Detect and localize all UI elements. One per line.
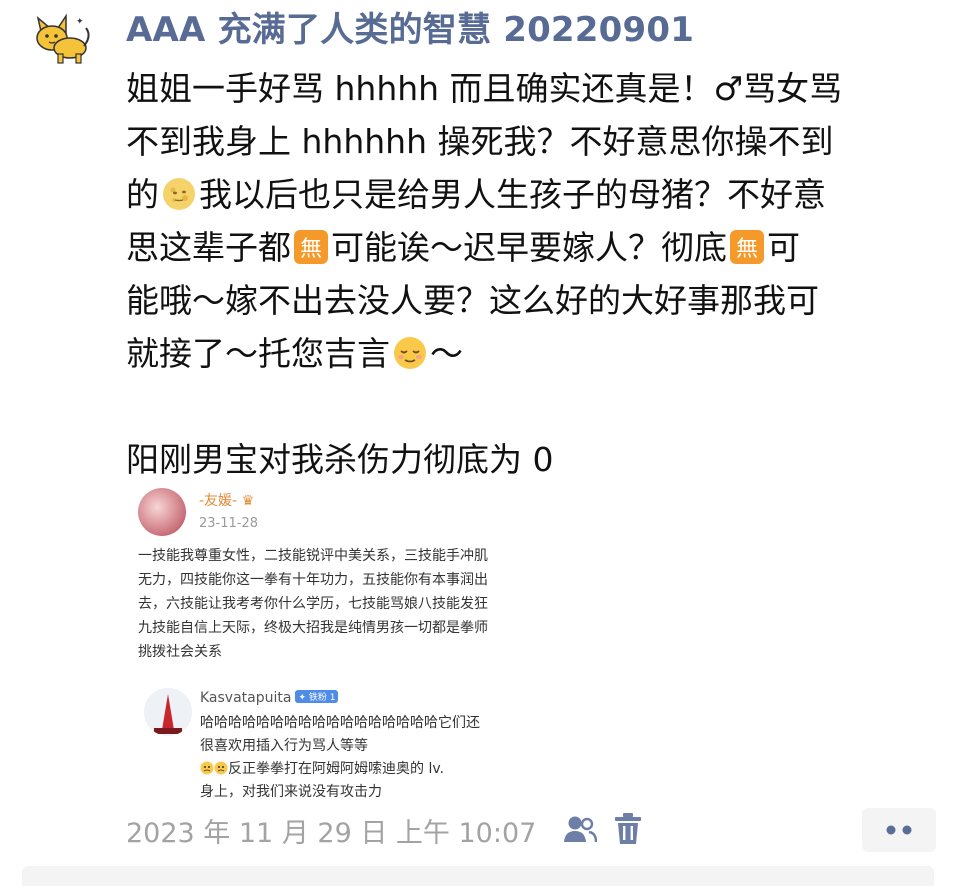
more-dots-icon	[886, 825, 912, 835]
post-line: 姐姐一手好骂 hhhhh 而且确实还真是！♂骂女骂	[126, 62, 948, 115]
screenshot-reply-name: Kasvatapuita ✦ 铁粉 1	[200, 690, 339, 706]
screenshot-reply-text: 哈哈哈哈哈哈哈哈哈哈哈哈哈哈哈哈哈它们还很喜欢用插入行为骂人等等 反正拳拳打在阿…	[200, 712, 485, 800]
post-line-text: 姐姐一手好骂 hhhhh 而且确实还真是！♂骂女骂	[126, 69, 843, 108]
moon-face-emoji-icon	[163, 178, 195, 210]
post-line: 的 我以后也只是给男人生孩子的母猪？不好意	[126, 168, 948, 221]
post-line: 不到我身上 hhhhhh 操死我？不好意思你操不到	[126, 115, 948, 168]
friends-visibility-icon[interactable]	[563, 814, 597, 844]
post-line: 就接了～托您吉言 ～	[126, 327, 948, 380]
fan-badge: ✦ 铁粉 1	[295, 690, 339, 703]
more-button[interactable]	[862, 808, 936, 852]
screenshot-reply-line: 哈哈哈哈哈哈哈哈哈哈哈哈哈哈哈哈哈它们还很喜欢用插入行为骂人等等	[200, 715, 480, 754]
comment-area	[22, 866, 934, 886]
post-line-text: 可能诶～迟早要嫁人？彻底	[331, 228, 727, 267]
author-name[interactable]: AAA 充满了人类的智慧 20220901	[126, 2, 694, 51]
no-vacancy-emoji-icon: 無	[294, 230, 328, 264]
post-line-text: 不到我身上 hhhhhh 操死我？不好意思你操不到	[126, 122, 834, 161]
post-body: 姐姐一手好骂 hhhhh 而且确实还真是！♂骂女骂 不到我身上 hhhhhh 操…	[126, 62, 948, 486]
svg-text:無: 無	[300, 237, 322, 262]
screenshot-post-text: 一技能我尊重女性，二技能锐评中美关系，三技能手冲肌无力，四技能你这一拳有十年功力…	[138, 548, 488, 660]
screenshot-post-name: -友媛- ♛	[199, 493, 255, 509]
screenshot-reply-line: 反正拳拳打在阿姆阿姆嗦迪奥的 lv.	[200, 758, 485, 781]
author-avatar[interactable]: ✦	[32, 10, 92, 64]
attached-image[interactable]: -友媛- ♛ 23-11-28 一技能我尊重女性，二技能锐评中美关系，三技能手冲…	[126, 478, 498, 800]
screenshot-post-avatar	[138, 488, 186, 536]
screenshot-reply-avatar	[144, 688, 192, 736]
no-vacancy-emoji-icon: 無	[730, 230, 764, 264]
post-line-text: 思这辈子都	[126, 228, 291, 267]
screenshot-reply-line: 身上，对我们来说没有攻击力	[200, 784, 382, 800]
post-line-text: 可	[767, 228, 800, 267]
svg-text:✦: ✦	[76, 17, 84, 27]
post-line-text: 的	[126, 175, 159, 214]
post-line-text: 就接了～托您吉言	[126, 334, 390, 373]
post-line: 能哦～嫁不出去没人要？这么好的大好事那我可	[126, 274, 948, 327]
crying-face-icon	[214, 761, 228, 775]
post-line-text: ～	[430, 334, 463, 373]
trash-icon[interactable]	[614, 812, 642, 846]
crown-icon: ♛	[241, 493, 255, 509]
screenshot-post-date: 23-11-28	[199, 516, 259, 531]
svg-text:無: 無	[736, 237, 758, 262]
post-line-text: 能哦～嫁不出去没人要？这么好的大好事那我可	[126, 281, 819, 320]
post-line: 思这辈子都無可能诶～迟早要嫁人？彻底無可	[126, 221, 948, 274]
post-line-text: 我以后也只是给男人生孩子的母猪？不好意	[199, 175, 826, 214]
crying-face-icon	[200, 761, 214, 775]
post-timestamp: 2023 年 11 月 29 日 上午 10:07	[126, 818, 537, 849]
relieved-face-emoji-icon	[394, 337, 426, 369]
